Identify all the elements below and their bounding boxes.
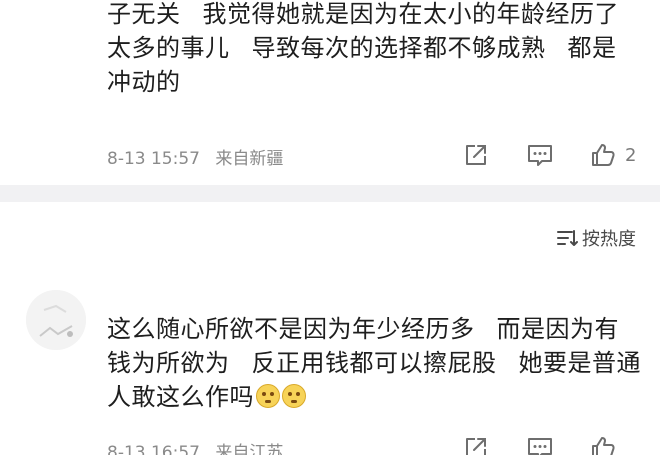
reply-icon [528, 438, 552, 455]
like-button[interactable] [589, 434, 617, 455]
comment-date: 8-13 15:57 [107, 149, 200, 169]
share-icon [466, 438, 486, 455]
smiley-emoji-icon [282, 384, 306, 408]
sort-by-hot-button[interactable]: 按热度 [556, 225, 636, 251]
reply-button[interactable] [525, 141, 555, 169]
comment-line: 冲动的 [107, 68, 181, 96]
comment-meta-2: 8-13 16:57 来自江苏 [107, 438, 283, 455]
smiley-emoji-icon [256, 384, 280, 408]
sort-label: 按热度 [582, 229, 636, 250]
like-count: 2 [625, 144, 637, 166]
comment-line: 太多的事儿 导致每次的选择都不够成熟 都是 [107, 34, 617, 62]
comment-actions-2 [462, 434, 617, 455]
comment-line: 这么随心所欲不是因为年少经历多 而是因为有 [107, 315, 619, 343]
share-button[interactable] [462, 434, 490, 455]
comment-location: 来自江苏 [215, 443, 284, 455]
comment-text-2: 这么随心所欲不是因为年少经历多 而是因为有 钱为所欲为 反正用钱都可以擦屁股 她要是普… [107, 312, 642, 414]
share-button[interactable] [462, 141, 490, 169]
comment-line: 子无关 我觉得她就是因为在太小的年龄经历了 [107, 0, 619, 28]
comment-line: 钱为所欲为 反正用钱都可以擦屁股 她要是普通 [107, 349, 641, 377]
sort-icon [557, 230, 578, 246]
comment-actions-1: 2 [462, 141, 636, 169]
comment-line: 人敢这么作吗 [107, 380, 642, 414]
like-icon [592, 144, 615, 166]
like-button[interactable]: 2 [589, 141, 636, 169]
reply-icon [528, 145, 552, 166]
reply-button[interactable] [525, 434, 555, 455]
share-icon [466, 145, 486, 165]
comment-date: 8-13 16:57 [107, 443, 200, 455]
avatar-image [26, 290, 86, 350]
section-divider [0, 185, 660, 202]
comment-meta-1: 8-13 15:57 来自新疆 [107, 144, 283, 169]
comment-location: 来自新疆 [215, 149, 284, 169]
avatar[interactable] [26, 290, 86, 350]
like-icon [592, 437, 615, 455]
comment-text-1: 子无关 我觉得她就是因为在太小的年龄经历了 太多的事儿 导致每次的选择都不够成熟 都是… [107, 0, 642, 99]
